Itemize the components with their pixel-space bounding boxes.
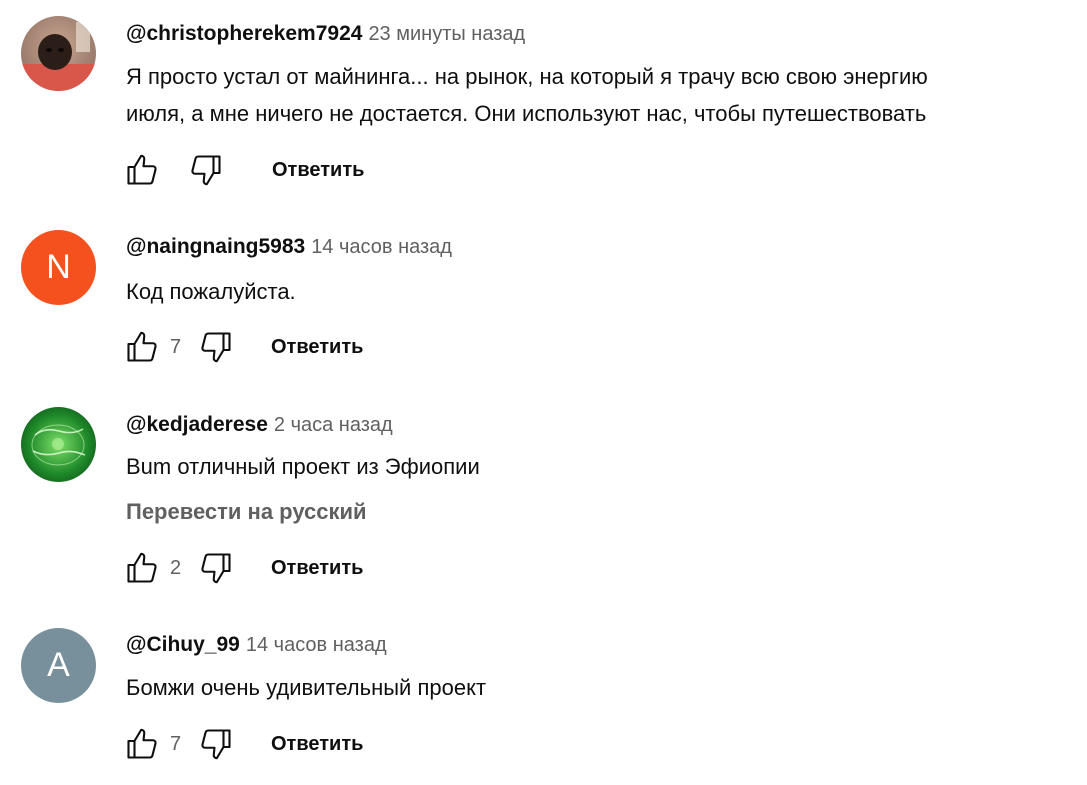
like-count: 7: [170, 335, 182, 358]
comment-text-line: июля, а мне ничего не достается. Они исп…: [126, 101, 927, 126]
like-button[interactable]: [122, 327, 162, 367]
like-button[interactable]: [122, 150, 162, 190]
like-button[interactable]: [122, 724, 162, 764]
thumb-up-icon: [127, 154, 157, 185]
reply-button[interactable]: Ответить: [271, 557, 363, 580]
comment-actions: 7 Ответить: [122, 327, 363, 367]
dislike-button[interactable]: [186, 150, 226, 190]
comment-text: Bum отличный проект из Эфиопии: [126, 448, 1087, 485]
thumb-down-icon: [201, 729, 231, 760]
comment-text: Код пожалуйста.: [126, 273, 1087, 310]
comment-text-line: Код пожалуйста.: [126, 279, 296, 304]
thumb-up-icon: [127, 331, 157, 362]
avatar[interactable]: A: [21, 628, 96, 703]
green-logo-icon: [21, 407, 96, 482]
like-button[interactable]: [122, 548, 162, 588]
reply-button[interactable]: Ответить: [271, 733, 363, 756]
dislike-button[interactable]: [196, 548, 236, 588]
dislike-button[interactable]: [196, 724, 236, 764]
dislike-button[interactable]: [196, 327, 236, 367]
comment-timestamp[interactable]: 23 минуты назад: [368, 23, 525, 45]
comment-author[interactable]: @christopherekem7924: [126, 22, 362, 45]
avatar[interactable]: [21, 16, 96, 91]
comment-author[interactable]: @Cihuy_99: [126, 633, 240, 656]
comment-timestamp[interactable]: 14 часов назад: [311, 236, 452, 258]
comment-actions: 7 Ответить: [122, 724, 363, 764]
avatar-letter: N: [46, 248, 71, 286]
comment-text: Бомжи очень удивительный проект: [126, 669, 1087, 706]
comment-timestamp[interactable]: 14 часов назад: [246, 634, 387, 656]
like-count: 2: [170, 556, 182, 579]
avatar-letter: A: [47, 646, 70, 684]
thumb-up-icon: [127, 728, 157, 759]
thumb-down-icon: [201, 553, 231, 584]
comment-text: Я просто устал от майнинга... на рынок, …: [126, 58, 1087, 132]
comment-text-line: Я просто устал от майнинга... на рынок, …: [126, 64, 928, 89]
comment-actions: Ответить: [122, 150, 364, 190]
comment-actions: 2 Ответить: [122, 548, 363, 588]
comment-text-line: Bum отличный проект из Эфиопии: [126, 454, 480, 479]
comment-author[interactable]: @kedjaderese: [126, 413, 268, 436]
translate-link[interactable]: Перевести на русский: [126, 499, 367, 525]
thumb-down-icon: [191, 155, 221, 186]
comment-timestamp[interactable]: 2 часа назад: [274, 414, 393, 436]
reply-button[interactable]: Ответить: [271, 336, 363, 359]
person-photo-icon: [21, 16, 96, 91]
avatar[interactable]: [21, 407, 96, 482]
comment-text-line: Бомжи очень удивительный проект: [126, 675, 487, 700]
thumb-down-icon: [201, 332, 231, 363]
like-count: 7: [170, 732, 182, 755]
comment-author[interactable]: @naingnaing5983: [126, 235, 305, 258]
thumb-up-icon: [127, 552, 157, 583]
avatar[interactable]: N: [21, 230, 96, 305]
reply-button[interactable]: Ответить: [272, 159, 364, 182]
